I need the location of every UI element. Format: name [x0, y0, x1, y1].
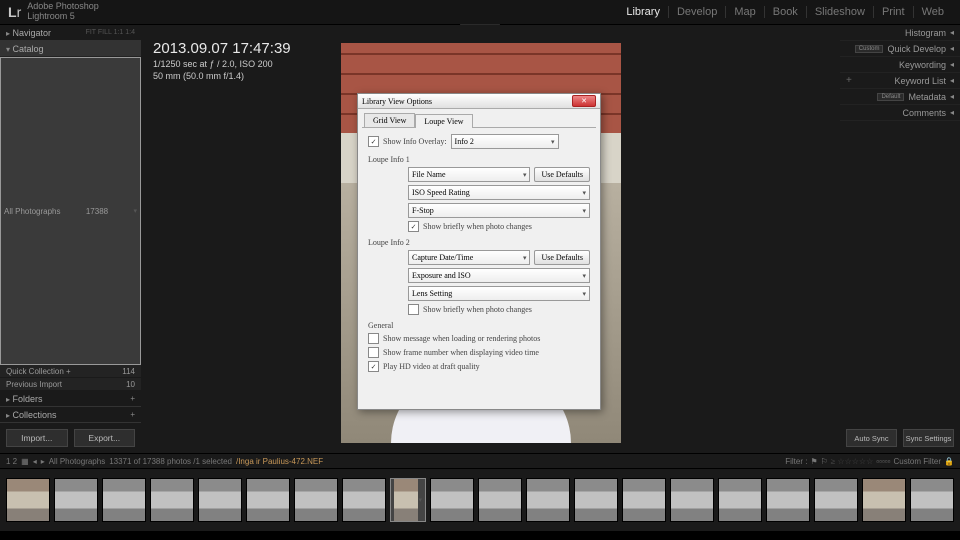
- catalog-header[interactable]: ▾ Catalog: [0, 41, 141, 57]
- export-button[interactable]: Export...: [74, 429, 136, 447]
- thumb[interactable]: [342, 478, 386, 522]
- star-filter[interactable]: ≥ ☆☆☆☆☆: [831, 457, 873, 466]
- count-label: 13371 of 17388 photos /1 selected: [109, 457, 232, 466]
- thumb[interactable]: [814, 478, 858, 522]
- nav-fwd-icon[interactable]: ▸: [41, 457, 45, 466]
- thumb[interactable]: [198, 478, 242, 522]
- show-info-overlay-checkbox[interactable]: ✓: [368, 136, 379, 147]
- module-slideshow[interactable]: Slideshow: [807, 6, 874, 18]
- keyword-list-header[interactable]: +Keyword List◂: [840, 73, 960, 89]
- loupe1-row3-select[interactable]: F-Stop: [408, 203, 590, 218]
- thumb[interactable]: [294, 478, 338, 522]
- loupe1-briefly-checkbox[interactable]: ✓: [408, 221, 419, 232]
- nav-back-icon[interactable]: ◂: [33, 457, 37, 466]
- module-picker: Library Develop Map Book Slideshow Print…: [618, 6, 952, 18]
- flag-reject-icon[interactable]: ⚐: [821, 457, 828, 466]
- thumb-selected[interactable]: [390, 478, 426, 522]
- tab-grid-view[interactable]: Grid View: [364, 113, 415, 127]
- info-overlay-select[interactable]: Info 2: [451, 134, 559, 149]
- histogram-header[interactable]: Histogram◂: [840, 25, 960, 41]
- gen-framenum-checkbox[interactable]: [368, 347, 379, 358]
- window-nums[interactable]: 1 2: [6, 457, 17, 466]
- thumb[interactable]: [246, 478, 290, 522]
- thumb[interactable]: [6, 478, 50, 522]
- app-title: Adobe Photoshop Lightroom 5: [27, 2, 99, 22]
- catalog-quick-collection[interactable]: Quick Collection +114: [0, 365, 141, 378]
- path-label: All Photographs: [49, 457, 105, 466]
- lock-icon[interactable]: 🔒: [944, 457, 954, 466]
- gen-hdvideo-checkbox[interactable]: ✓: [368, 361, 379, 372]
- flag-pick-icon[interactable]: ⚑: [810, 457, 817, 466]
- thumb[interactable]: [430, 478, 474, 522]
- import-button[interactable]: Import...: [6, 429, 68, 447]
- loupe1-row1-select[interactable]: File Name: [408, 167, 530, 182]
- left-panel: ▸ Navigator FIT FILL 1:1 1:4 ▾ Catalog A…: [0, 25, 141, 453]
- loupe1-defaults-button[interactable]: Use Defaults: [534, 167, 590, 182]
- loupe2-defaults-button[interactable]: Use Defaults: [534, 250, 590, 265]
- loupe2-row3-select[interactable]: Lens Setting: [408, 286, 590, 301]
- gen-loading-checkbox[interactable]: [368, 333, 379, 344]
- loupe1-row2-select[interactable]: ISO Speed Rating: [408, 185, 590, 200]
- module-book[interactable]: Book: [765, 6, 807, 18]
- module-develop[interactable]: Develop: [669, 6, 726, 18]
- close-icon[interactable]: ✕: [572, 95, 596, 107]
- thumb[interactable]: [150, 478, 194, 522]
- thumb[interactable]: [526, 478, 570, 522]
- grid-icon[interactable]: ▦: [21, 457, 29, 466]
- thumb[interactable]: [54, 478, 98, 522]
- folders-header[interactable]: ▸ Folders+: [0, 391, 141, 407]
- info-overlay: 2013.09.07 17:47:39 1/1250 sec at ƒ / 2.…: [153, 40, 291, 81]
- thumb[interactable]: [670, 478, 714, 522]
- collections-header[interactable]: ▸ Collections+: [0, 407, 141, 423]
- thumb[interactable]: [622, 478, 666, 522]
- thumb[interactable]: [102, 478, 146, 522]
- loupe2-row1-select[interactable]: Capture Date/Time: [408, 250, 530, 265]
- library-view-options-dialog: Library View Options ✕ Grid View Loupe V…: [357, 93, 601, 410]
- file-label: /Inga ir Paulius-472.NEF: [236, 457, 323, 466]
- thumb[interactable]: [478, 478, 522, 522]
- sync-settings-button[interactable]: Sync Settings: [903, 429, 954, 447]
- catalog-all-photographs[interactable]: All Photographs17388: [0, 57, 141, 365]
- keywording-header[interactable]: Keywording◂: [840, 57, 960, 73]
- filmstrip[interactable]: [0, 469, 960, 531]
- module-web[interactable]: Web: [914, 6, 952, 18]
- thumb[interactable]: [718, 478, 762, 522]
- filter-label: Filter :: [785, 457, 807, 466]
- navigator-header[interactable]: ▸ Navigator FIT FILL 1:1 1:4: [0, 25, 141, 41]
- custom-filter-select[interactable]: Custom Filter: [893, 457, 941, 466]
- metadata-header[interactable]: DefaultMetadata◂: [840, 89, 960, 105]
- loupe2-row2-select[interactable]: Exposure and ISO: [408, 268, 590, 283]
- thumb[interactable]: [910, 478, 954, 522]
- auto-sync-button[interactable]: Auto Sync: [846, 429, 897, 447]
- loupe2-briefly-checkbox[interactable]: [408, 304, 419, 315]
- comments-header[interactable]: Comments◂: [840, 105, 960, 121]
- module-map[interactable]: Map: [726, 6, 764, 18]
- catalog-previous-import[interactable]: Previous Import10: [0, 378, 141, 391]
- thumb[interactable]: [862, 478, 906, 522]
- thumb[interactable]: [574, 478, 618, 522]
- color-filter[interactable]: ▫▫▫▫▫: [876, 457, 890, 466]
- app-logo: Lr: [8, 4, 21, 20]
- module-library[interactable]: Library: [618, 6, 669, 18]
- tab-loupe-view[interactable]: Loupe View: [415, 114, 472, 128]
- thumb[interactable]: [766, 478, 810, 522]
- filter-bar: 1 2 ▦ ◂ ▸ All Photographs 13371 of 17388…: [0, 453, 960, 469]
- dialog-titlebar[interactable]: Library View Options ✕: [358, 94, 600, 109]
- quick-develop-header[interactable]: CustomQuick Develop◂: [840, 41, 960, 57]
- right-panel: Histogram◂ CustomQuick Develop◂ Keywordi…: [840, 25, 960, 453]
- module-print[interactable]: Print: [874, 6, 914, 18]
